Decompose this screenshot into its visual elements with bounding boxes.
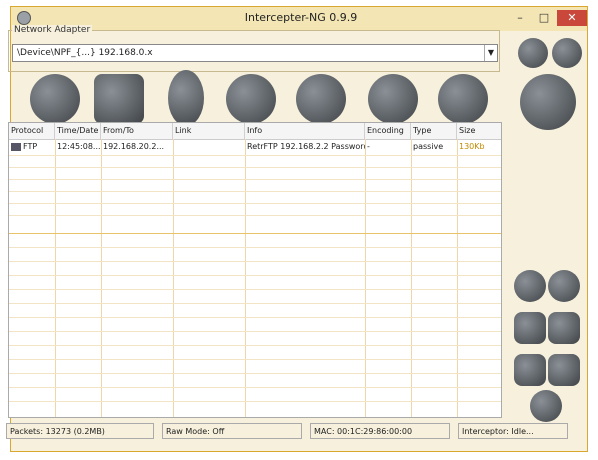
status-state: Interceptor: Idle...	[458, 423, 568, 439]
grid-line	[9, 261, 501, 262]
status-packets: Packets: 13273 (0.2MB)	[6, 423, 154, 439]
col-size[interactable]: Size	[457, 123, 501, 139]
grid-line	[9, 387, 501, 388]
col-from-to[interactable]: From/To	[101, 123, 173, 139]
shield-icon[interactable]	[514, 312, 546, 344]
money-icon[interactable]	[514, 354, 546, 386]
window-title: Intercepter-NG 0.9.9	[244, 11, 358, 24]
status-mode: Raw Mode: Off	[162, 423, 302, 439]
status-bar: Packets: 13273 (0.2MB) Raw Mode: Off MAC…	[6, 423, 572, 439]
grid-line	[9, 167, 501, 168]
grid-line	[411, 139, 412, 417]
col-time[interactable]: Time/Date	[55, 123, 101, 139]
grid-line	[9, 155, 501, 156]
network-adapter-label: Network Adapter	[12, 25, 93, 35]
cat-icon[interactable]	[94, 74, 144, 124]
chevron-down-icon[interactable]: ▼	[484, 45, 497, 61]
sniffer-icon[interactable]	[520, 74, 576, 130]
portrait-red-icon[interactable]	[368, 74, 418, 124]
grid-line	[9, 401, 501, 402]
grid-line	[9, 215, 501, 216]
minimize-button[interactable]: –	[509, 10, 531, 26]
grid-line	[9, 275, 501, 276]
app-icon	[17, 11, 31, 25]
cell-time: 12:45:08...	[57, 142, 101, 151]
ftp-icon	[11, 142, 21, 151]
portrait-icon[interactable]	[296, 74, 346, 124]
camera-icon[interactable]	[548, 312, 580, 344]
mask-icon[interactable]	[530, 390, 562, 422]
table-header: Protocol Time/Date From/To Link Info Enc…	[9, 123, 501, 140]
adapter-value: \Device\NPF_{...} 192.168.0.x	[17, 48, 153, 58]
maximize-button[interactable]: □	[533, 10, 555, 26]
cell-link	[173, 141, 245, 153]
grid-line	[9, 345, 501, 346]
grid-line	[9, 359, 501, 360]
chat-icon[interactable]	[548, 354, 580, 386]
cell-from-to: 192.168.20.2...	[103, 142, 165, 151]
grid-line	[173, 139, 174, 417]
col-protocol[interactable]: Protocol	[9, 123, 55, 139]
data-icon[interactable]	[30, 74, 80, 124]
grid-line	[9, 317, 501, 318]
title-bar: Intercepter-NG 0.9.9 – □ ✕	[11, 7, 587, 31]
grid-line	[101, 139, 102, 417]
grid-line	[9, 289, 501, 290]
col-link[interactable]: Link	[173, 123, 245, 139]
grid-line	[9, 303, 501, 304]
col-info[interactable]: Info	[245, 123, 365, 139]
adapter-select[interactable]: \Device\NPF_{...} 192.168.0.x ▼	[12, 44, 498, 62]
grid-line	[9, 331, 501, 332]
grid-line	[9, 191, 501, 192]
grid-line	[9, 233, 501, 234]
table-row[interactable]: FTP 12:45:08... 192.168.20.2... RetrFTP …	[9, 141, 501, 153]
close-button[interactable]: ✕	[557, 10, 587, 26]
head-icon[interactable]	[438, 74, 488, 124]
globe-icon[interactable]	[226, 74, 276, 124]
grid-line	[365, 139, 366, 417]
grid-line	[55, 139, 56, 417]
heart-icon[interactable]	[514, 270, 546, 302]
grid-line	[9, 179, 501, 180]
cell-size: 130Kb	[459, 142, 485, 151]
cell-type: passive	[413, 142, 444, 151]
keys-icon[interactable]	[168, 70, 204, 126]
grid-line	[457, 139, 458, 417]
lock-icon[interactable]	[548, 270, 580, 302]
cell-protocol: FTP	[9, 141, 55, 153]
start-icon[interactable]	[518, 38, 548, 68]
col-type[interactable]: Type	[411, 123, 457, 139]
grid-line	[245, 139, 246, 417]
traffic-table: Protocol Time/Date From/To Link Info Enc…	[8, 122, 502, 418]
grid-line	[9, 247, 501, 248]
grid-line	[9, 203, 501, 204]
stop-icon[interactable]	[552, 38, 582, 68]
grid-line	[9, 373, 501, 374]
cell-encoding: -	[367, 142, 370, 151]
status-mac: MAC: 00:1C:29:86:00:00	[310, 423, 450, 439]
col-encoding[interactable]: Encoding	[365, 123, 411, 139]
cell-info: RetrFTP 192.168.2.2 Password...	[247, 142, 365, 151]
